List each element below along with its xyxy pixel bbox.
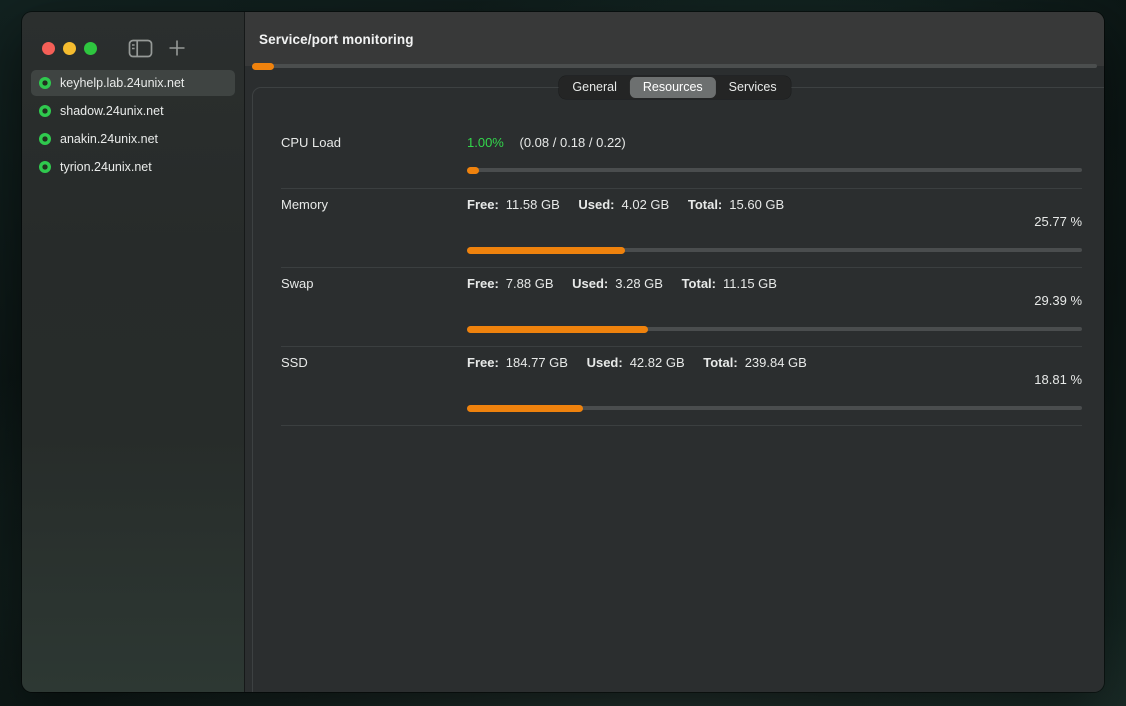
cpu-load-value: 1.00% bbox=[467, 135, 504, 150]
sidebar-item-server[interactable]: shadow.24unix.net bbox=[31, 98, 235, 124]
free-label: Free: bbox=[467, 197, 499, 212]
status-online-icon bbox=[39, 105, 51, 117]
tab-resources[interactable]: Resources bbox=[630, 77, 716, 98]
resources-group-box: CPU Load 1.00% (0.08 / 0.18 / 0.22) Memo… bbox=[252, 87, 1104, 692]
used-label: Used: bbox=[587, 355, 623, 370]
server-name: keyhelp.lab.24unix.net bbox=[60, 76, 184, 90]
resource-row-cpu: CPU Load 1.00% (0.08 / 0.18 / 0.22) bbox=[281, 135, 1082, 188]
row-divider bbox=[281, 425, 1082, 426]
free-value: 11.58 GB bbox=[506, 197, 560, 212]
total-value: 239.84 GB bbox=[745, 355, 807, 370]
total-label: Total: bbox=[688, 197, 722, 212]
titlebar: Service/port monitoring bbox=[245, 12, 1104, 66]
used-label: Used: bbox=[578, 197, 614, 212]
minimize-window-button[interactable] bbox=[63, 42, 76, 55]
total-label: Total: bbox=[682, 276, 716, 291]
refresh-progress-fill bbox=[252, 63, 274, 70]
sidebar-item-server[interactable]: keyhelp.lab.24unix.net bbox=[31, 70, 235, 96]
memory-progress-bar bbox=[467, 248, 1082, 252]
usage-percent: 18.81 % bbox=[281, 372, 1082, 388]
swap-progress-bar bbox=[467, 327, 1082, 331]
cpu-load-averages: (0.08 / 0.18 / 0.22) bbox=[520, 135, 626, 150]
usage-percent: 29.39 % bbox=[281, 293, 1082, 309]
used-label: Used: bbox=[572, 276, 608, 291]
status-online-icon bbox=[39, 161, 51, 173]
resource-row-swap: Swap Free: 7.88 GB Used: 3.28 GB Total: 11.… bbox=[281, 267, 1082, 346]
server-name: anakin.24unix.net bbox=[60, 132, 158, 146]
free-value: 184.77 GB bbox=[506, 355, 568, 370]
zoom-window-button[interactable] bbox=[84, 42, 97, 55]
memory-progress-fill bbox=[467, 247, 625, 254]
server-list: keyhelp.lab.24unix.net shadow.24unix.net… bbox=[22, 70, 244, 182]
window-chrome bbox=[22, 12, 244, 62]
sidebar-item-server[interactable]: tyrion.24unix.net bbox=[31, 154, 235, 180]
status-online-icon bbox=[39, 77, 51, 89]
free-label: Free: bbox=[467, 355, 499, 370]
used-value: 4.02 GB bbox=[622, 197, 670, 212]
page-title: Service/port monitoring bbox=[259, 32, 414, 47]
refresh-progress-bar bbox=[252, 64, 1097, 68]
sidebar: keyhelp.lab.24unix.net shadow.24unix.net… bbox=[22, 12, 245, 692]
row-label: Swap bbox=[281, 276, 467, 291]
total-label: Total: bbox=[703, 355, 737, 370]
total-value: 15.60 GB bbox=[729, 197, 784, 212]
resource-row-memory: Memory Free: 11.58 GB Used: 4.02 GB Total:… bbox=[281, 188, 1082, 267]
row-label: SSD bbox=[281, 355, 467, 370]
cpu-progress-bar bbox=[467, 168, 1082, 172]
add-server-button[interactable] bbox=[168, 39, 186, 57]
close-window-button[interactable] bbox=[42, 42, 55, 55]
usage-percent: 25.77 % bbox=[281, 214, 1082, 230]
free-value: 7.88 GB bbox=[506, 276, 554, 291]
status-online-icon bbox=[39, 133, 51, 145]
tab-general[interactable]: General bbox=[559, 77, 629, 98]
ssd-progress-fill bbox=[467, 405, 583, 412]
used-value: 3.28 GB bbox=[615, 276, 663, 291]
total-value: 11.15 GB bbox=[723, 276, 777, 291]
tab-bar: General Resources Services bbox=[558, 76, 790, 99]
tab-services[interactable]: Services bbox=[716, 77, 790, 98]
server-name: shadow.24unix.net bbox=[60, 104, 164, 118]
free-label: Free: bbox=[467, 276, 499, 291]
row-label: CPU Load bbox=[281, 135, 467, 150]
toggle-sidebar-icon[interactable] bbox=[128, 39, 153, 58]
row-label: Memory bbox=[281, 197, 467, 212]
sidebar-item-server[interactable]: anakin.24unix.net bbox=[31, 126, 235, 152]
resource-row-ssd: SSD Free: 184.77 GB Used: 42.82 GB Total: 2… bbox=[281, 346, 1082, 425]
main-panel: Service/port monitoring CPU Load 1.00% (… bbox=[245, 12, 1104, 692]
cpu-progress-fill bbox=[467, 167, 479, 174]
app-window: keyhelp.lab.24unix.net shadow.24unix.net… bbox=[22, 12, 1104, 692]
server-name: tyrion.24unix.net bbox=[60, 160, 152, 174]
used-value: 42.82 GB bbox=[630, 355, 685, 370]
swap-progress-fill bbox=[467, 326, 648, 333]
resource-rows: CPU Load 1.00% (0.08 / 0.18 / 0.22) Memo… bbox=[253, 88, 1104, 426]
ssd-progress-bar bbox=[467, 406, 1082, 410]
